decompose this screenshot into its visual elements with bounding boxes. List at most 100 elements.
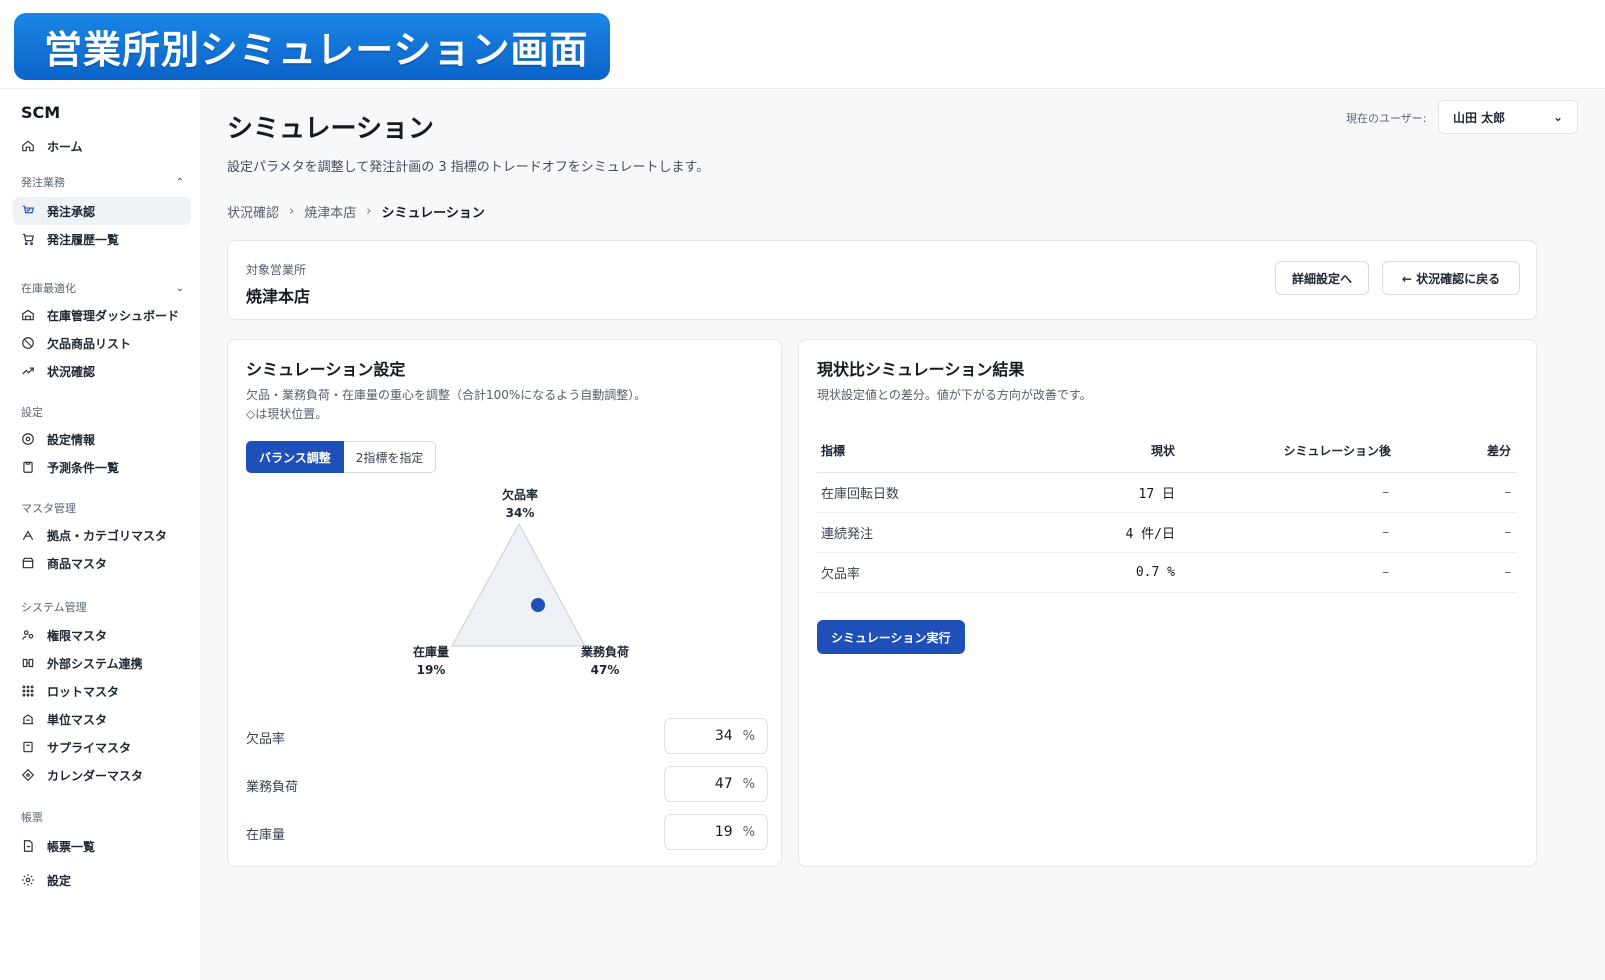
sidebar-item-lot-master[interactable]: ロットマスタ (13, 677, 191, 705)
chevron-down-icon: ⌄ (1552, 110, 1563, 124)
sidebar-item-label: 単位マスタ (47, 712, 108, 727)
section-system: システム管理 (21, 601, 87, 614)
link-icon (21, 656, 35, 670)
user-select[interactable]: 山田 太郎 ⌄ (1438, 100, 1578, 134)
cart-check-icon (21, 204, 35, 218)
sidebar-item-supply-master[interactable]: サプライマスタ (13, 733, 191, 761)
target-office-label: 対象営業所 (246, 263, 307, 277)
after-cell: – (1175, 472, 1391, 513)
weight-label-inventory: 在庫量 (246, 828, 286, 843)
sidebar-item-label: 権限マスタ (47, 628, 108, 643)
sidebar-item-calendar-master[interactable]: カレンダーマスタ (13, 761, 191, 789)
cart-icon (21, 232, 35, 246)
page-banner: 営業所別シミュレーション画面 (14, 13, 610, 80)
tab-balance[interactable]: バランス調整 (246, 441, 344, 473)
sidebar-item-status[interactable]: 状況確認 (13, 357, 191, 385)
current-cell: 4 件/日 (1017, 512, 1175, 553)
sidebar-item-settings-info[interactable]: 設定情報 (13, 425, 191, 453)
sidebar-item-report-list[interactable]: 帳票一覧 (13, 832, 191, 860)
top-banner-area: 営業所別シミュレーション画面 (0, 0, 1605, 89)
clipboard-icon (21, 460, 35, 474)
breadcrumb-item-current: シミュレーション (381, 206, 485, 221)
sidebar-item-label: 発注履歴一覧 (47, 232, 120, 247)
target-office-name: 焼津本店 (246, 287, 311, 306)
sidebar-item-label: 在庫管理ダッシュボード (47, 308, 180, 323)
sidebar-item-home[interactable]: ホーム (13, 132, 191, 160)
sidebar-item-permission-master[interactable]: 権限マスタ (13, 621, 191, 649)
sidebar-item-forecast-conditions[interactable]: 予測条件一覧 (13, 453, 191, 481)
sidebar-item-label: ロットマスタ (47, 684, 120, 699)
sidebar-item-label: 発注承認 (47, 204, 96, 219)
sidebar-item-stockout-list[interactable]: 欠品商品リスト (13, 329, 191, 357)
section-order[interactable]: 発注業務 ⌃ (21, 174, 184, 190)
sidebar-item-inventory-dashboard[interactable]: 在庫管理ダッシュボード (13, 301, 191, 329)
metric-cell: 連続発注 (817, 512, 1017, 553)
sidebar: SCM ホーム 発注業務 ⌃ 発注承認 発注履歴一覧 在庫最適化 ⌄ 在庫管理ダッシ… (0, 90, 202, 980)
settings-circle-icon (21, 432, 35, 446)
simulation-settings-title: シミュレーション設定 (246, 360, 406, 379)
chevron-right-icon: › (289, 204, 295, 219)
weight-input-stockout[interactable]: 34% (664, 718, 768, 754)
users-icon (21, 628, 35, 642)
section-inventory[interactable]: 在庫最適化 ⌄ (21, 280, 184, 296)
column-header: 指標 (817, 430, 1017, 473)
sidebar-item-settings[interactable]: 設定 (13, 866, 191, 894)
chevron-down-icon: ⌄ (175, 282, 184, 294)
document-icon (21, 839, 35, 853)
user-name: 山田 太郎 (1453, 110, 1506, 125)
weight-label-workload: 業務負荷 (246, 780, 299, 795)
after-cell: – (1175, 512, 1391, 553)
sidebar-item-order-history[interactable]: 発注履歴一覧 (13, 225, 191, 253)
diff-cell: – (1391, 552, 1517, 593)
mode-toggle: バランス調整 2指標を指定 (246, 441, 437, 473)
vertex-left-label: 在庫量 19% (412, 645, 449, 677)
section-master: マスタ管理 (21, 502, 76, 515)
sidebar-item-order-approval[interactable]: 発注承認 (13, 197, 191, 225)
store-icon (21, 556, 35, 570)
current-cell: 0.7 % (1017, 552, 1175, 593)
results-table: 指標 現状 シミュレーション後 差分 在庫回転日数 17 日 – – 連続発注 … (817, 430, 1517, 593)
back-to-status-button[interactable]: ← 状況確認に戻る (1382, 261, 1520, 295)
weight-input-inventory[interactable]: 19% (664, 814, 768, 850)
tab-two-metrics[interactable]: 2指標を指定 (343, 441, 437, 473)
sidebar-item-label: 欠品商品リスト (47, 336, 132, 351)
current-cell: 17 日 (1017, 472, 1175, 513)
diff-cell: – (1391, 512, 1517, 553)
run-simulation-button[interactable]: シミュレーション実行 (817, 620, 965, 654)
gear-icon (21, 873, 35, 887)
sidebar-item-label: ホーム (47, 139, 83, 154)
sidebar-item-product-master[interactable]: 商品マスタ (13, 549, 191, 577)
page-description: 設定パラメタを調整して発注計画の 3 指標のトレードオフをシミュレートします。 (227, 160, 710, 175)
sidebar-item-external-systems[interactable]: 外部システム連携 (13, 649, 191, 677)
breadcrumb: 状況確認 › 焼津本店 › シミュレーション (227, 202, 485, 221)
brand-logo: SCM (21, 103, 61, 122)
breadcrumb-item-office[interactable]: 焼津本店 (304, 202, 356, 221)
sidebar-item-label: 予測条件一覧 (47, 460, 120, 475)
sidebar-item-label: 設定 (47, 873, 72, 888)
sidebar-item-location-category-master[interactable]: 拠点・カテゴリマスタ (13, 521, 191, 549)
column-header: シミュレーション後 (1175, 430, 1391, 473)
balance-point-handle[interactable] (531, 598, 545, 612)
metric-cell: 在庫回転日数 (817, 472, 1017, 513)
table-row: 欠品率 0.7 % – – (817, 552, 1517, 593)
sidebar-item-unit-master[interactable]: 単位マスタ (13, 705, 191, 733)
target-office-card: 対象営業所 焼津本店 詳細設定へ ← 状況確認に戻る (227, 240, 1537, 320)
simulation-results-card: 現状比シミュレーション結果 現状設定値との差分。値が下がる方向が改善です。 指標… (798, 339, 1537, 867)
box-icon (21, 740, 35, 754)
diff-cell: – (1391, 472, 1517, 513)
location-icon (21, 528, 35, 542)
simulation-settings-card: シミュレーション設定 欠品・業務負荷・在庫量の重心を調整（合計100%になるよう… (227, 339, 782, 867)
simulation-settings-description: 欠品・業務負荷・在庫量の重心を調整（合計100%になるよう自動調整）。 ◇は現状… (246, 388, 647, 421)
sidebar-item-label: カレンダーマスタ (47, 768, 144, 783)
section-settings: 設定 (21, 406, 43, 419)
current-user-label: 現在のユーザー: (1346, 112, 1427, 125)
sidebar-item-label: 帳票一覧 (47, 839, 96, 854)
results-description: 現状設定値との差分。値が下がる方向が改善です。 (817, 388, 1092, 402)
sidebar-item-label: 外部システム連携 (47, 656, 143, 671)
detail-settings-button[interactable]: 詳細設定へ (1275, 261, 1369, 295)
sidebar-item-label: 設定情報 (47, 432, 96, 447)
breadcrumb-item-status[interactable]: 状況確認 (227, 202, 279, 221)
sidebar-item-label: 状況確認 (47, 364, 96, 379)
weight-input-workload[interactable]: 47% (664, 766, 768, 802)
results-title: 現状比シミュレーション結果 (817, 360, 1025, 379)
